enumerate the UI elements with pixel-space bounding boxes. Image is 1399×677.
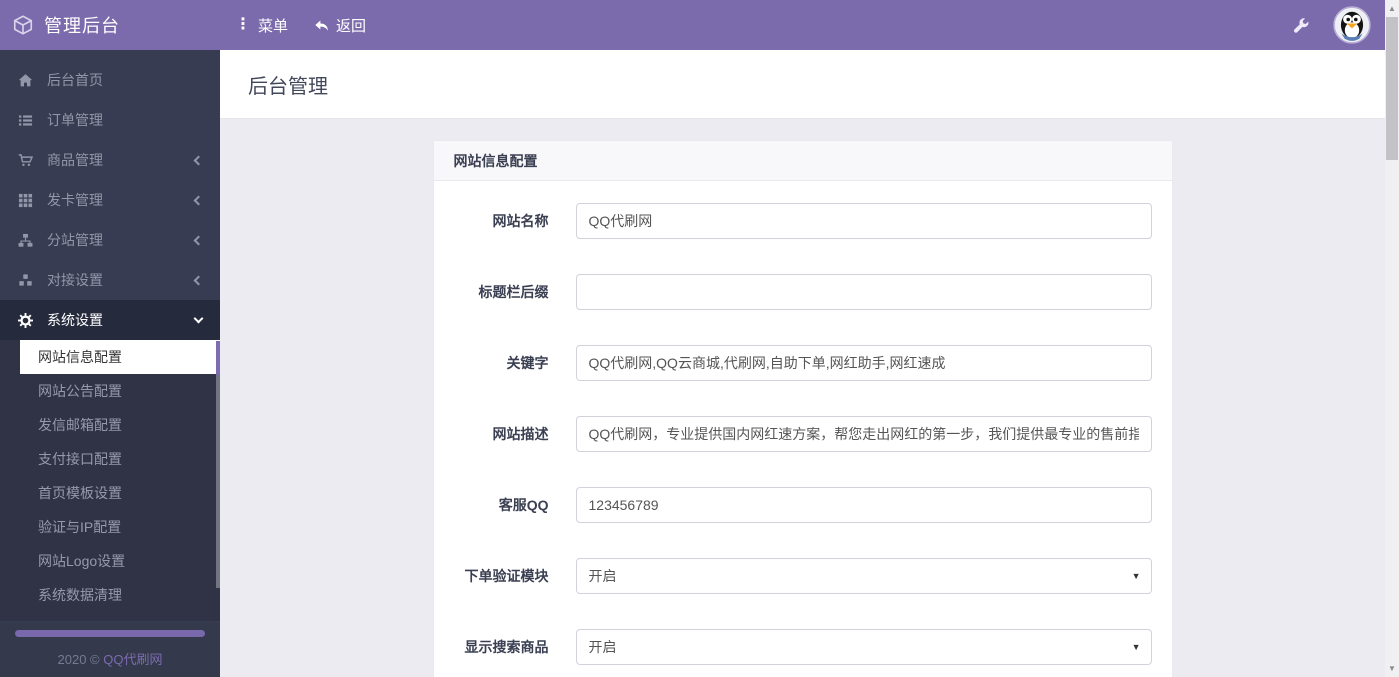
- gear-icon: [16, 312, 34, 328]
- chevron-left-icon: [193, 275, 204, 285]
- sidebar-subitem-验证与IP配置[interactable]: 验证与IP配置: [0, 510, 220, 544]
- dropdown-arrow-icon: ▼: [1131, 571, 1141, 581]
- wrench-icon[interactable]: [1293, 17, 1309, 33]
- sidebar-subitem-发信邮箱配置[interactable]: 发信邮箱配置: [0, 408, 220, 442]
- chevron-down-icon: [193, 313, 204, 323]
- site-info-form: 网站名称 标题栏后缀 关键字 网站描述 客服QQ 下单验证模块 开启 ▼ 显示搜…: [434, 181, 1172, 677]
- chevron-left-icon: [193, 235, 204, 245]
- content-area: 网站信息配置 网站名称 标题栏后缀 关键字 网站描述 客服QQ 下单验证模块 开…: [220, 119, 1385, 677]
- sidebar-item-订单管理[interactable]: 订单管理: [0, 100, 220, 140]
- select-value: 开启: [588, 568, 617, 584]
- form-row: 关键字: [454, 345, 1152, 381]
- sidebar-subitem-系统数据清理[interactable]: 系统数据清理: [0, 578, 220, 612]
- main-area: 后台管理 网站信息配置 网站名称 标题栏后缀 关键字 网站描述 客服QQ 下单验…: [220, 50, 1385, 677]
- site-name-input[interactable]: [575, 203, 1152, 239]
- form-row: 下单验证模块 开启 ▼: [454, 558, 1152, 594]
- menu-button-label: 菜单: [258, 17, 289, 35]
- admin-app: 管理后台 ⋮ 菜单 返回 后台首页 订单管理 商品管理 发卡管理 分站管理 对接…: [0, 0, 1399, 677]
- header-right: [1293, 6, 1385, 44]
- site-info-card: 网站信息配置 网站名称 标题栏后缀 关键字 网站描述 客服QQ 下单验证模块 开…: [432, 140, 1173, 677]
- sidebar-item-分站管理[interactable]: 分站管理: [0, 220, 220, 260]
- sidebar-item-后台首页[interactable]: 后台首页: [0, 60, 220, 100]
- field-label: 标题栏后缀: [478, 284, 549, 300]
- header-nav: ⋮ 菜单 返回: [220, 15, 366, 36]
- sidebar-item-系统设置[interactable]: 系统设置: [0, 300, 220, 340]
- sitemap-icon: [16, 232, 34, 248]
- back-button[interactable]: 返回: [314, 15, 366, 36]
- field-label: 客服QQ: [498, 497, 549, 513]
- service-qq-input[interactable]: [575, 487, 1152, 523]
- sidebar-subitem-网站Logo设置[interactable]: 网站Logo设置: [0, 544, 220, 578]
- sidebar-subitem-首页模板设置[interactable]: 首页模板设置: [0, 476, 220, 510]
- sidebar: 后台首页 订单管理 商品管理 发卡管理 分站管理 对接设置 系统设置 网站信息配…: [0, 50, 220, 677]
- field-label: 下单验证模块: [464, 568, 549, 584]
- copyright: 2020 © QQ代刷网: [0, 649, 220, 668]
- list-icon: [16, 112, 34, 128]
- dropdown-arrow-icon: ▼: [1131, 642, 1141, 652]
- home-icon: [16, 72, 34, 88]
- order-verify-module-select[interactable]: 开启 ▼: [575, 558, 1152, 594]
- scroll-up-arrow-icon[interactable]: ▲: [1385, 0, 1399, 17]
- brand: 管理后台: [0, 0, 220, 50]
- sidebar-footer: 2020 © QQ代刷网: [0, 622, 220, 677]
- page-title: 后台管理: [248, 75, 328, 98]
- grid-icon: [16, 192, 34, 208]
- field-label: 网站名称: [492, 213, 549, 229]
- sidebar-subitem-支付接口配置[interactable]: 支付接口配置: [0, 442, 220, 476]
- sidebar-item-商品管理[interactable]: 商品管理: [0, 140, 220, 180]
- back-button-label: 返回: [336, 17, 367, 35]
- window-scrollbar[interactable]: ▲ ▼: [1385, 0, 1399, 677]
- page-titlebar: 后台管理: [220, 50, 1385, 119]
- vertical-dots-icon: ⋮: [235, 16, 251, 33]
- sidebar-item-对接设置[interactable]: 对接设置: [0, 260, 220, 300]
- form-row: 显示搜索商品 开启 ▼: [454, 629, 1152, 665]
- sidebar-subitem-网站公告配置[interactable]: 网站公告配置: [0, 374, 220, 408]
- sidebar-subitem-网站信息配置[interactable]: 网站信息配置: [20, 340, 220, 374]
- card-title: 网站信息配置: [433, 141, 1172, 181]
- field-label: 显示搜索商品: [464, 639, 549, 655]
- qq-penguin-avatar[interactable]: [1333, 6, 1371, 44]
- title-suffix-input[interactable]: [575, 274, 1152, 310]
- field-label: 关键字: [506, 355, 549, 371]
- chevron-left-icon: [193, 155, 204, 165]
- select-value: 开启: [588, 639, 617, 655]
- top-header: 管理后台 ⋮ 菜单 返回: [0, 0, 1385, 50]
- show-search-products-select[interactable]: 开启 ▼: [575, 629, 1152, 665]
- cart-icon: [16, 152, 34, 168]
- form-row: 标题栏后缀: [454, 274, 1152, 310]
- reply-arrow-icon: [314, 18, 329, 33]
- form-row: 网站描述: [454, 416, 1152, 452]
- footer-progress-bar: [15, 630, 205, 637]
- scrollbar-thumb[interactable]: [1386, 17, 1398, 160]
- copyright-link[interactable]: QQ代刷网: [103, 652, 162, 667]
- chevron-left-icon: [193, 195, 204, 205]
- app-title: 管理后台: [44, 16, 120, 36]
- cube-icon: [12, 14, 34, 36]
- sidebar-item-发卡管理[interactable]: 发卡管理: [0, 180, 220, 220]
- field-label: 网站描述: [492, 426, 549, 442]
- keywords-input[interactable]: [575, 345, 1152, 381]
- form-row: 客服QQ: [454, 487, 1152, 523]
- menu-button[interactable]: ⋮ 菜单: [235, 15, 288, 36]
- form-row: 网站名称: [454, 203, 1152, 239]
- scroll-down-arrow-icon[interactable]: ▼: [1385, 660, 1399, 677]
- copyright-prefix: 2020 ©: [57, 652, 100, 667]
- site-description-input[interactable]: [575, 416, 1152, 452]
- cubes-icon: [16, 272, 34, 288]
